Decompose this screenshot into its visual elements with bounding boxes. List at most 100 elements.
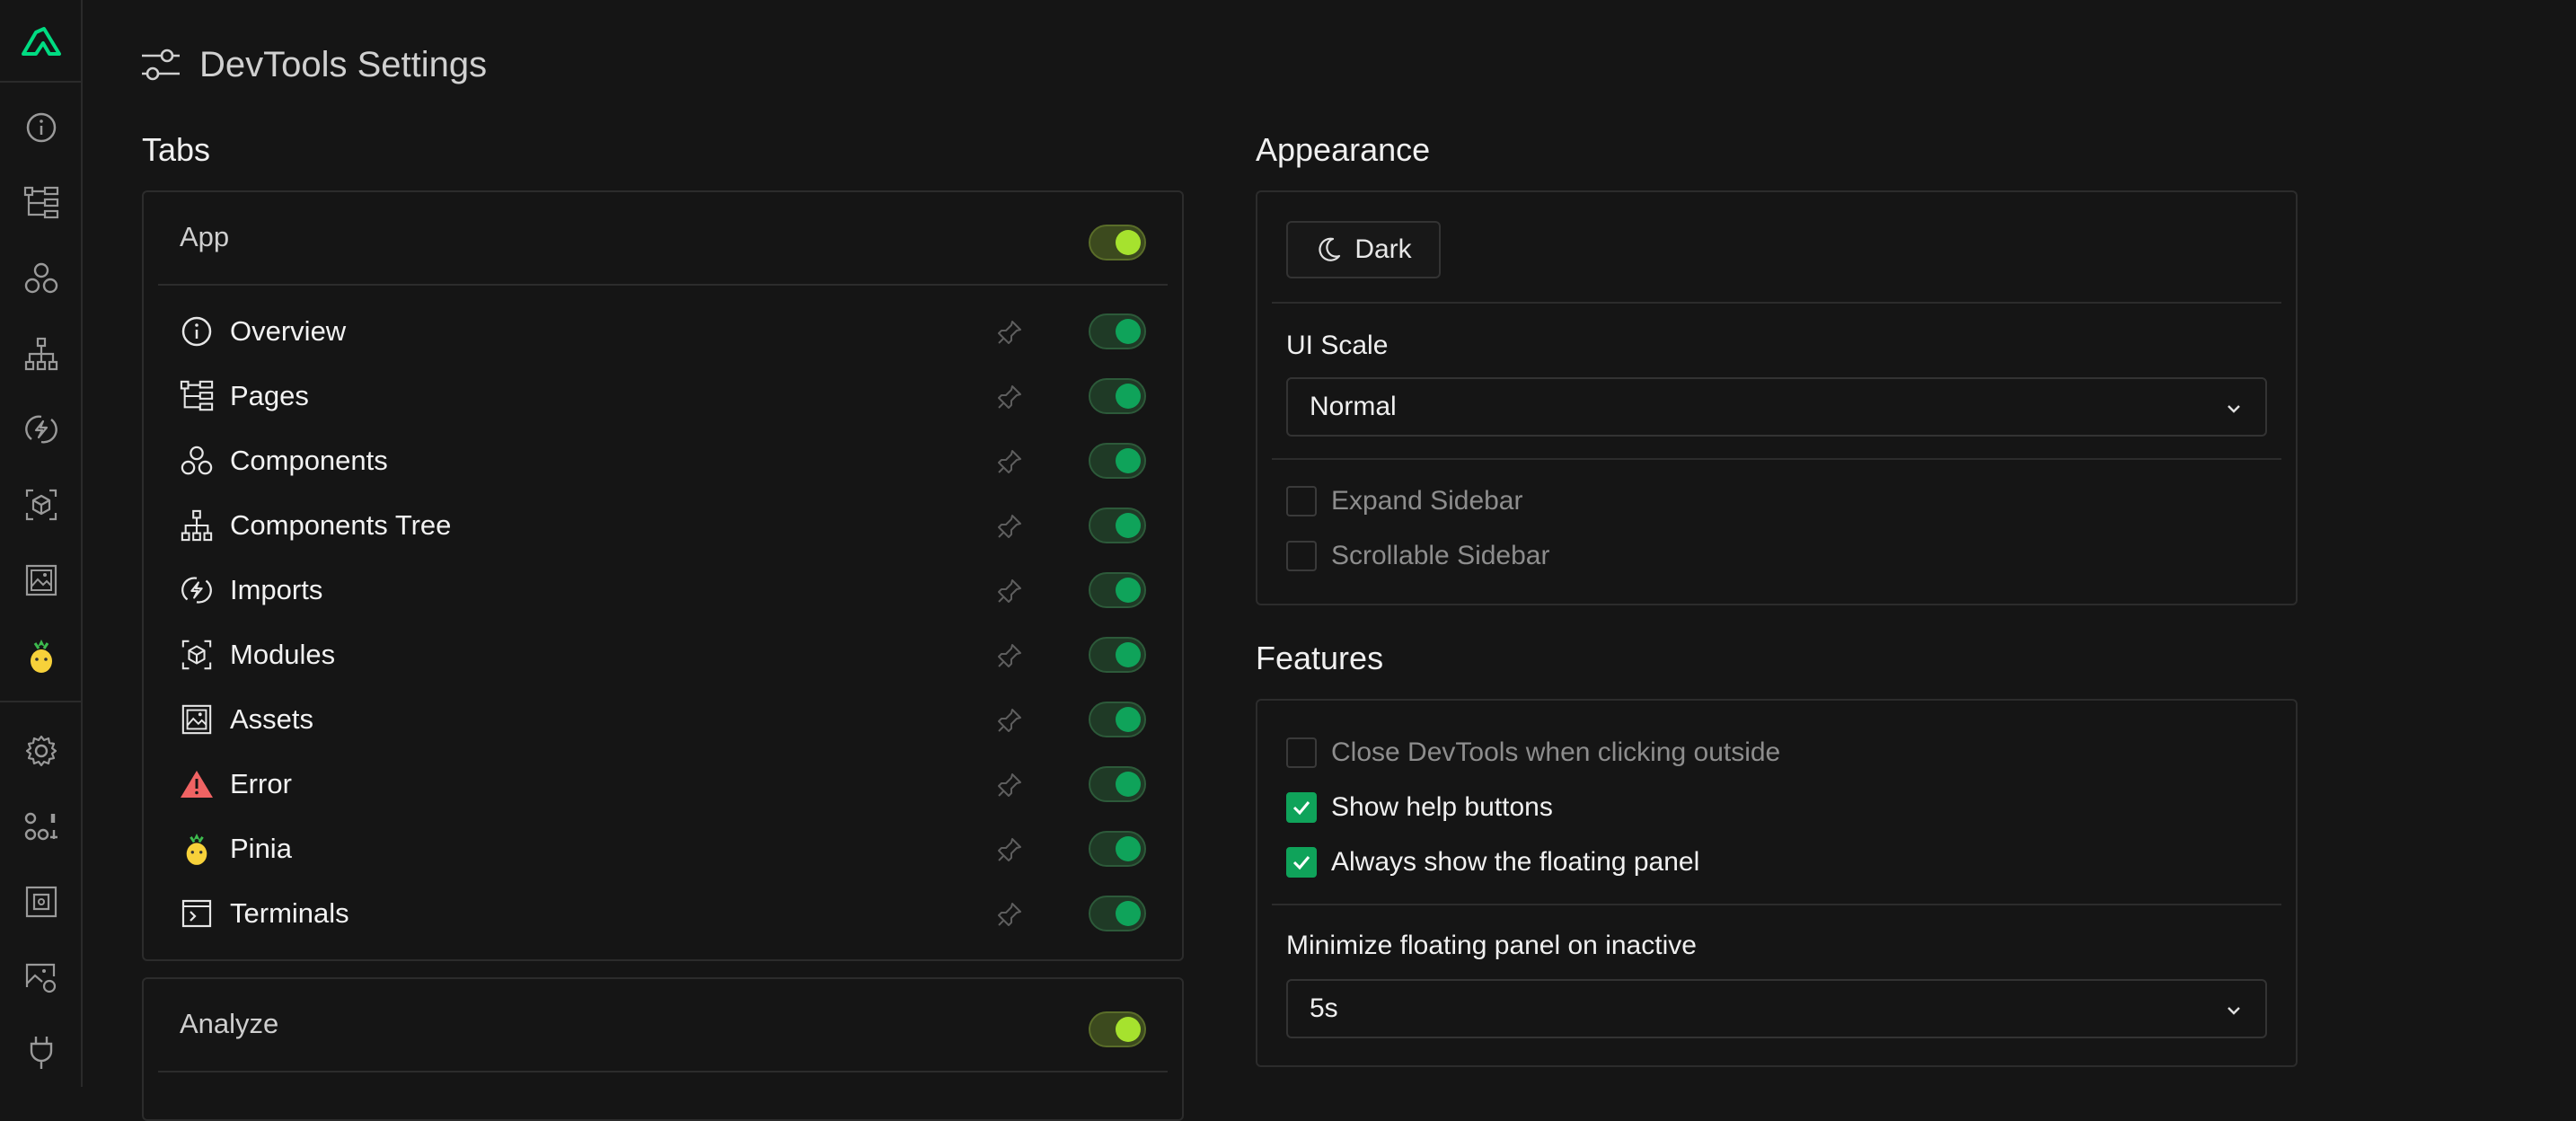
floating-panel-checkbox[interactable] — [1286, 847, 1317, 878]
tab-row-modules: Modules — [180, 622, 1146, 687]
tab-toggle[interactable] — [1089, 443, 1146, 479]
tab-toggle[interactable] — [1089, 702, 1146, 737]
theme-toggle-button[interactable]: Dark — [1286, 221, 1441, 278]
tab-row-terminals: Terminals — [180, 881, 1146, 946]
appearance-divider-2 — [1272, 458, 2281, 460]
tab-label: Pages — [230, 380, 309, 411]
pin-icon[interactable] — [994, 705, 1025, 736]
counter-icon — [24, 812, 57, 841]
rail-imports-button[interactable] — [17, 405, 66, 454]
scrollable-sidebar-option[interactable]: Scrollable Sidebar — [1286, 538, 1549, 574]
image-gear-icon — [25, 963, 57, 993]
pin-icon[interactable] — [994, 382, 1025, 412]
floating-panel-option[interactable]: Always show the floating panel — [1286, 844, 1699, 880]
analyze-tabs-panel: Analyze — [142, 977, 1184, 1121]
appearance-panel: Dark UI Scale Normal Expand Sidebar Scro… — [1256, 190, 2298, 605]
pin-icon[interactable] — [994, 899, 1025, 930]
rail-vite-button[interactable] — [17, 878, 66, 926]
hierarchy-icon — [24, 337, 58, 371]
assets-image-icon — [180, 702, 214, 737]
rail-plugin-button[interactable] — [17, 1028, 66, 1077]
tab-toggle[interactable] — [1089, 831, 1146, 867]
help-buttons-checkbox[interactable] — [1286, 792, 1317, 823]
pages-tree-icon — [23, 186, 59, 219]
close-outside-checkbox[interactable] — [1286, 737, 1317, 768]
appearance-section-title: Appearance — [1256, 131, 1431, 168]
expand-sidebar-checkbox[interactable] — [1286, 486, 1317, 516]
rail-overview-button[interactable] — [17, 103, 66, 152]
rail-modules-button[interactable] — [17, 481, 66, 529]
rail-pinia-button[interactable] — [17, 631, 66, 680]
tab-row-assets: Assets — [180, 687, 1146, 752]
features-panel: Close DevTools when clicking outside Sho… — [1256, 699, 2298, 1067]
analyze-group-title: Analyze — [180, 1008, 279, 1039]
tab-row-pages: Pages — [180, 364, 1146, 428]
modules-icon — [25, 489, 57, 521]
moon-icon — [1319, 237, 1341, 261]
minimize-select[interactable]: 5s — [1286, 979, 2267, 1038]
pineapple-icon — [31, 640, 52, 673]
appearance-divider-1 — [1272, 302, 2281, 304]
analyze-group-divider — [158, 1071, 1168, 1072]
sidebar-rail — [0, 0, 83, 1087]
settings-sliders-icon — [142, 49, 180, 81]
tab-label: Modules — [230, 639, 336, 670]
minimize-value: 5s — [1310, 993, 1338, 1023]
app-group-title: App — [180, 221, 230, 252]
info-icon — [180, 314, 214, 349]
pin-icon[interactable] — [994, 317, 1025, 348]
ui-scale-select[interactable]: Normal — [1286, 377, 2267, 437]
pin-icon[interactable] — [994, 770, 1025, 800]
tab-toggle[interactable] — [1089, 637, 1146, 673]
tab-label: Imports — [230, 574, 323, 605]
tab-toggle[interactable] — [1089, 313, 1146, 349]
analyze-group-toggle[interactable] — [1089, 1011, 1146, 1047]
tab-label: Pinia — [230, 833, 292, 864]
rail-components-button[interactable] — [17, 254, 66, 303]
imports-icon — [25, 415, 57, 444]
pin-icon[interactable] — [994, 834, 1025, 865]
ui-scale-value: Normal — [1310, 392, 1397, 421]
pin-icon[interactable] — [994, 576, 1025, 606]
tab-toggle[interactable] — [1089, 378, 1146, 414]
tab-label: Overview — [230, 315, 347, 347]
info-icon — [26, 112, 57, 143]
tab-row-overview: Overview — [180, 299, 1146, 364]
tab-toggle[interactable] — [1089, 508, 1146, 543]
rail-image-settings-button[interactable] — [17, 953, 66, 1002]
rail-settings-button[interactable] — [17, 727, 66, 775]
tab-toggle[interactable] — [1089, 766, 1146, 802]
rail-numbers-button[interactable] — [17, 802, 66, 851]
check-icon — [1292, 801, 1310, 816]
tab-label: Terminals — [230, 897, 349, 929]
tab-toggle[interactable] — [1089, 572, 1146, 608]
pages-tree-icon — [180, 379, 214, 413]
components-icon — [24, 262, 58, 294]
rail-components-tree-button[interactable] — [17, 330, 66, 378]
components-icon — [180, 444, 214, 478]
scrollable-sidebar-checkbox[interactable] — [1286, 541, 1317, 571]
nuxt-logo[interactable] — [0, 0, 83, 83]
tab-row-error: Error — [180, 752, 1146, 816]
tabs-section-title: Tabs — [142, 131, 211, 168]
page-title-text: DevTools Settings — [199, 44, 488, 84]
pin-icon[interactable] — [994, 640, 1025, 671]
expand-sidebar-option[interactable]: Expand Sidebar — [1286, 483, 1523, 519]
app-group-divider — [158, 284, 1168, 286]
tab-toggle[interactable] — [1089, 896, 1146, 931]
help-buttons-option[interactable]: Show help buttons — [1286, 790, 1553, 825]
app-group-toggle[interactable] — [1089, 225, 1146, 260]
warning-icon — [180, 767, 214, 801]
chip-icon — [25, 886, 57, 918]
rail-assets-button[interactable] — [17, 556, 66, 605]
check-icon — [1292, 856, 1310, 870]
pin-icon[interactable] — [994, 446, 1025, 477]
nuxt-logo-icon — [22, 27, 61, 56]
rail-pages-button[interactable] — [17, 179, 66, 227]
close-outside-option[interactable]: Close DevTools when clicking outside — [1286, 735, 1780, 771]
scrollable-sidebar-label: Scrollable Sidebar — [1331, 541, 1550, 570]
modules-icon — [180, 638, 214, 672]
tab-row-components-tree: Components Tree — [180, 493, 1146, 558]
pin-icon[interactable] — [994, 511, 1025, 542]
tab-label: Components — [230, 445, 388, 476]
